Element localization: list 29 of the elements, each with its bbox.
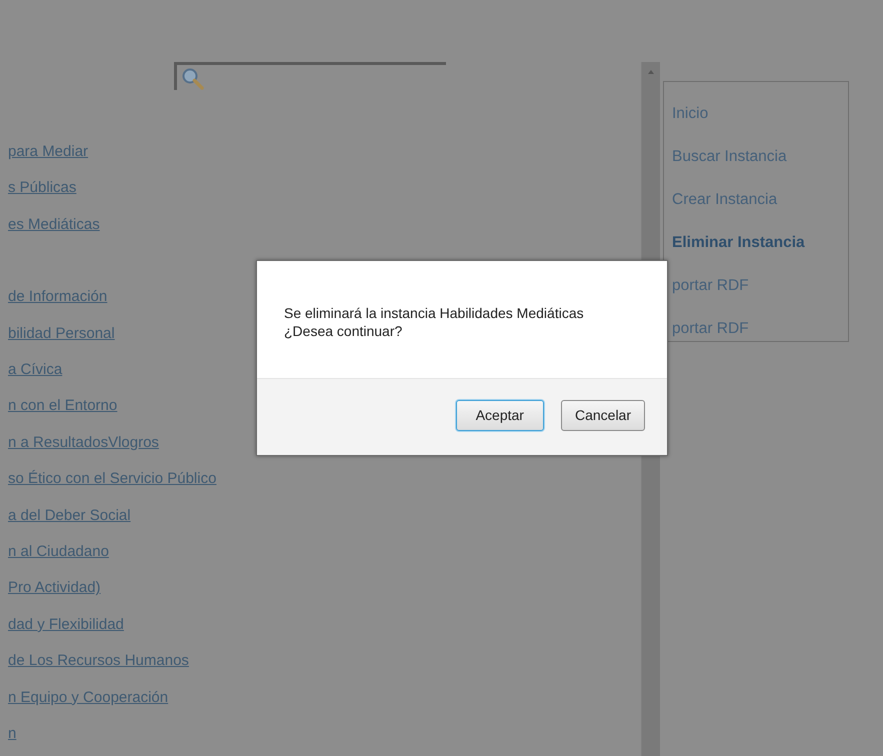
menu-link[interactable]: Buscar Instancia xyxy=(672,135,787,178)
menu-link[interactable]: Inicio xyxy=(672,92,708,135)
cancel-button[interactable]: Cancelar xyxy=(560,400,645,430)
nav-link[interactable]: a del Deber Social xyxy=(8,498,131,534)
menu-link[interactable]: Eliminar Instancia xyxy=(672,221,805,264)
nav-link[interactable]: s Públicas xyxy=(8,170,76,207)
nav-link[interactable]: bilidad Personal xyxy=(8,316,115,352)
dialog-message: Se eliminará la instancia Habilidades Mediáticas xyxy=(284,304,585,322)
menu-link[interactable]: Crear Instancia xyxy=(672,178,778,221)
nav-link[interactable]: a Cívica xyxy=(8,352,62,388)
nav-link[interactable]: so Ético con el Servicio Público xyxy=(8,461,216,498)
scroll-up-icon[interactable] xyxy=(648,70,654,74)
nav-link[interactable]: de Los Recursos Humanos xyxy=(8,643,189,680)
nav-link[interactable]: n xyxy=(8,716,16,752)
nav-link[interactable]: Pro Actividad) xyxy=(8,570,101,607)
search-field[interactable] xyxy=(174,62,446,90)
nav-link[interactable]: de Información xyxy=(8,279,108,316)
nav-link[interactable]: n a ResultadosVlogros xyxy=(8,424,159,462)
dialog-question: ¿Desea continuar? xyxy=(284,322,404,340)
nav-link[interactable]: dad y Flexibilidad xyxy=(8,606,124,644)
nav-link[interactable]: es Mediáticas xyxy=(8,206,100,244)
search-icon xyxy=(181,67,205,91)
menu-link[interactable]: portar RDF xyxy=(672,307,749,350)
nav-link[interactable]: n con el Entorno xyxy=(8,388,118,425)
nav-link[interactable]: n Equipo y Cooperación xyxy=(8,680,168,716)
nav-link[interactable]: n al Ciudadano xyxy=(8,534,109,570)
nav-link[interactable]: para Mediar xyxy=(8,134,88,170)
menu-link[interactable]: portar RDF xyxy=(672,264,749,307)
accept-button[interactable]: Aceptar xyxy=(456,400,544,430)
